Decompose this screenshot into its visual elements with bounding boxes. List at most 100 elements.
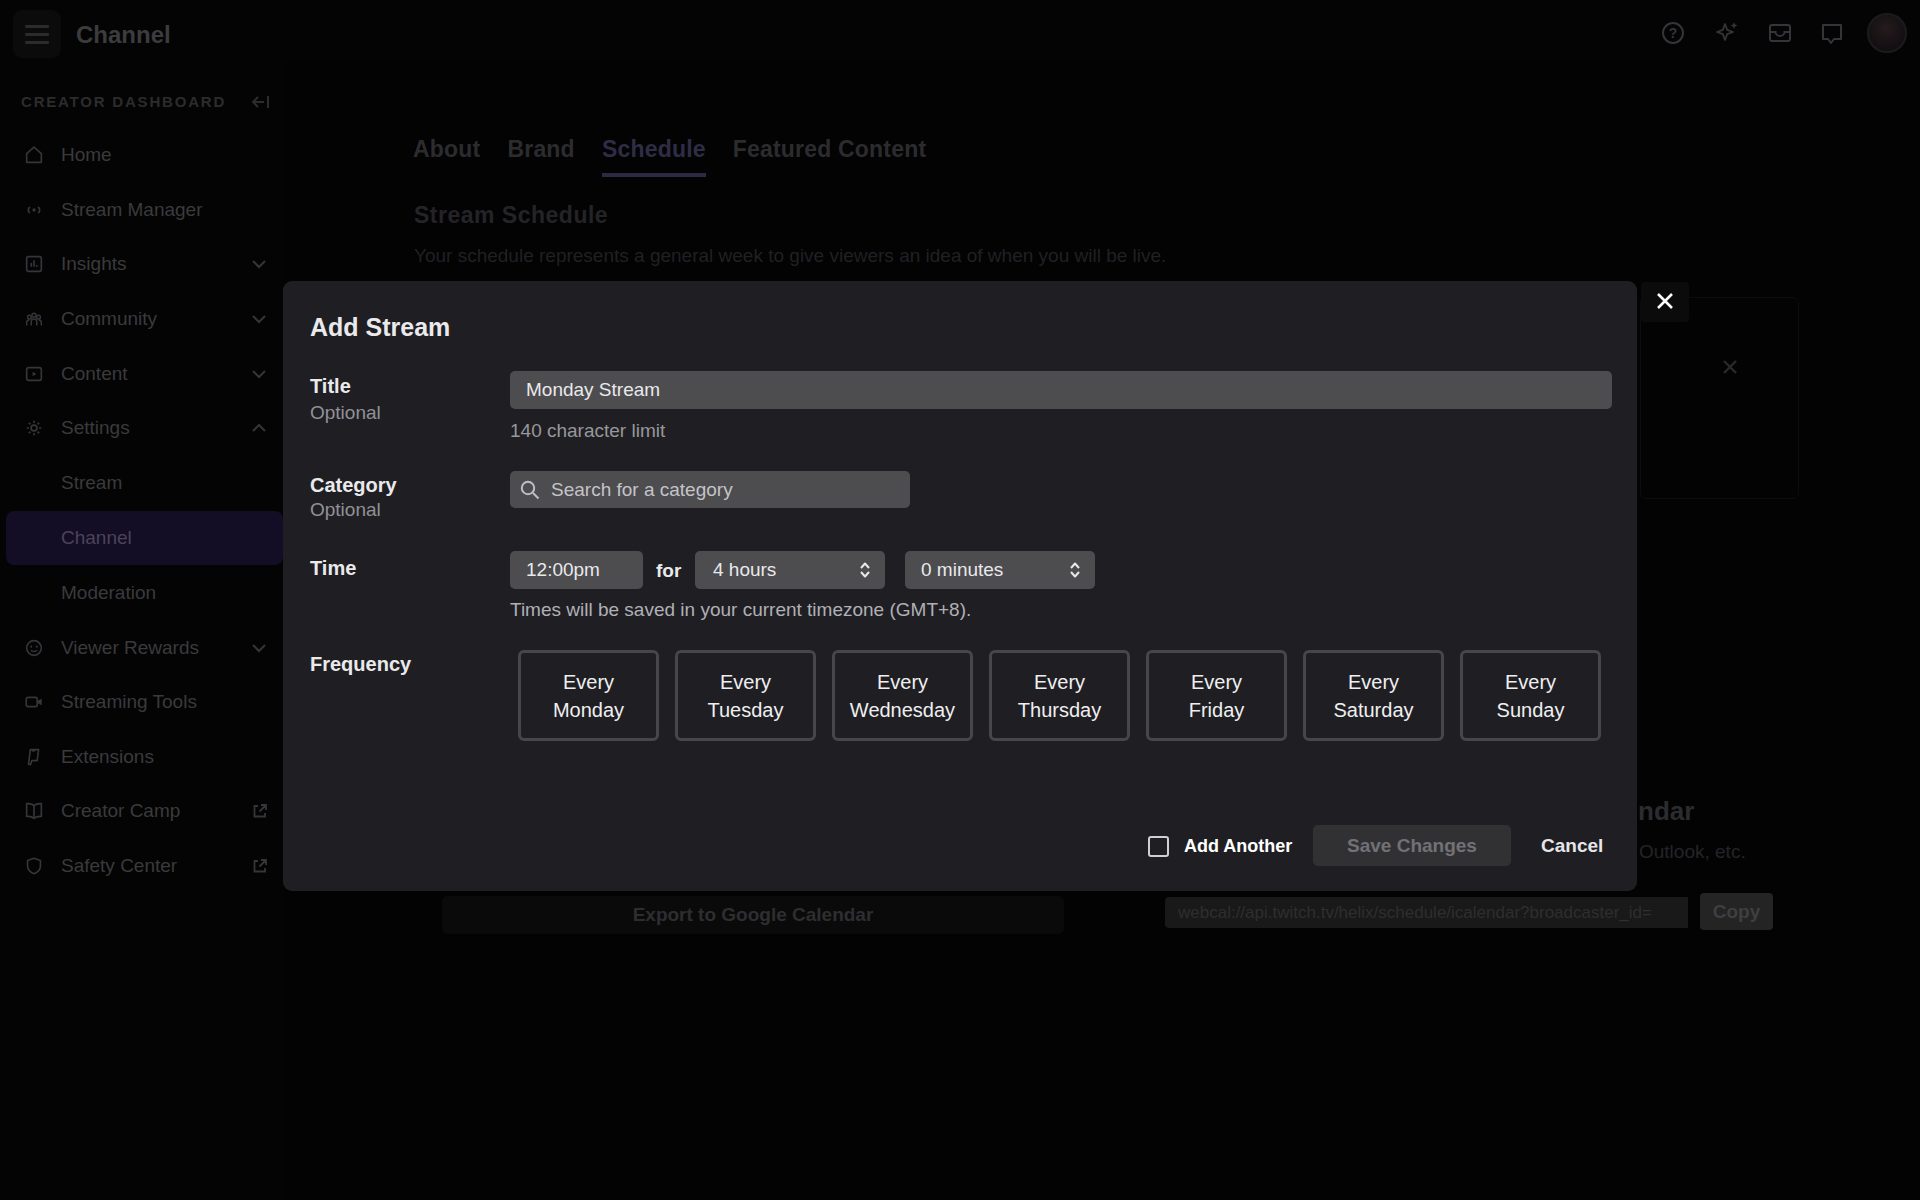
chevron-down-icon [251, 258, 267, 270]
topbar-title: Channel [76, 21, 171, 49]
creator-dashboard-sidebar: CREATOR DASHBOARD Home Stream Manager Insi… [0, 62, 283, 1200]
svg-text:?: ? [1669, 25, 1678, 41]
category-placeholder: Search for a category [551, 471, 733, 508]
chevron-down-icon [251, 368, 267, 380]
modal-close-icon[interactable] [1652, 288, 1678, 314]
frequency-wednesday-button[interactable]: EveryWednesday [832, 650, 973, 741]
frequency-saturday-button[interactable]: EverySaturday [1303, 650, 1444, 741]
top-bar: Channel ? [0, 0, 1920, 62]
hamburger-menu-button[interactable] [13, 10, 61, 58]
extensions-icon [23, 746, 45, 768]
sidebar-item-stream[interactable]: Stream [0, 456, 283, 510]
frequency-monday-button[interactable]: EveryMonday [518, 650, 659, 741]
sidebar-item-label: Settings [61, 417, 130, 439]
sidebar-item-creator-camp[interactable]: Creator Camp [0, 784, 283, 838]
time-label: Time [310, 557, 356, 580]
content-icon [23, 363, 45, 385]
stream-manager-icon [23, 199, 45, 221]
creator-camp-icon [23, 800, 45, 822]
sidebar-item-stream-manager[interactable]: Stream Manager [0, 183, 283, 237]
tab-schedule[interactable]: Schedule [602, 136, 706, 177]
tab-brand[interactable]: Brand [507, 136, 574, 177]
callout-card [1640, 297, 1799, 499]
sidebar-item-label: Safety Center [61, 855, 177, 877]
tab-featured-content[interactable]: Featured Content [733, 136, 927, 177]
help-icon[interactable]: ? [1660, 20, 1686, 46]
title-label: Title [310, 375, 351, 398]
sidebar-item-label: Content [61, 363, 128, 385]
sidebar-item-settings[interactable]: Settings [0, 401, 283, 455]
sidebar-item-label: Extensions [61, 746, 154, 768]
streaming-tools-icon [23, 691, 45, 713]
time-start-input[interactable]: 12:00pm [510, 551, 643, 589]
sidebar-item-streaming-tools[interactable]: Streaming Tools [0, 675, 283, 729]
tab-about[interactable]: About [413, 136, 480, 177]
timezone-note: Times will be saved in your current time… [510, 599, 971, 621]
page-subtitle: Your schedule represents a general week … [414, 245, 1166, 267]
category-optional: Optional [310, 499, 381, 521]
sidebar-item-moderation[interactable]: Moderation [0, 566, 283, 620]
calendar-desc-fragment: Outlook, etc. [1639, 841, 1746, 863]
title-input[interactable]: Monday Stream [510, 371, 1612, 409]
search-icon [519, 479, 541, 501]
for-label: for [656, 560, 681, 582]
channel-tabs: About Brand Schedule Featured Content [413, 136, 926, 177]
sidebar-item-community[interactable]: Community [0, 292, 283, 346]
category-search-input[interactable]: Search for a category [510, 471, 910, 508]
frequency-friday-button[interactable]: EveryFriday [1146, 650, 1287, 741]
duration-minutes-select[interactable]: 0 minutes [905, 551, 1095, 589]
export-google-calendar-button[interactable]: Export to Google Calendar [442, 896, 1064, 934]
add-another-checkbox[interactable] [1148, 836, 1169, 857]
chevron-up-icon [251, 422, 267, 434]
copy-url-button[interactable]: Copy [1700, 893, 1773, 930]
sidebar-item-label: Home [61, 144, 112, 166]
frequency-sunday-button[interactable]: EverySunday [1460, 650, 1601, 741]
sidebar-item-content[interactable]: Content [0, 347, 283, 401]
callout-close-icon[interactable] [1717, 354, 1743, 380]
modal-title: Add Stream [310, 313, 450, 342]
frequency-thursday-button[interactable]: EveryThursday [989, 650, 1130, 741]
sparkle-icon[interactable] [1715, 20, 1741, 46]
insights-icon [23, 253, 45, 275]
chevron-down-icon [251, 642, 267, 654]
external-link-icon [251, 857, 269, 875]
user-avatar[interactable] [1867, 13, 1907, 53]
cancel-button[interactable]: Cancel [1541, 835, 1603, 857]
duration-hours-select[interactable]: 4 hours [695, 551, 885, 589]
stepper-icon [858, 561, 872, 579]
frequency-label: Frequency [310, 653, 411, 676]
sidebar-item-insights[interactable]: Insights [0, 237, 283, 291]
sidebar-item-label: Community [61, 308, 157, 330]
external-link-icon [251, 802, 269, 820]
sidebar-header: CREATOR DASHBOARD [21, 93, 226, 110]
save-changes-button[interactable]: Save Changes [1313, 825, 1511, 866]
chat-icon[interactable] [1819, 20, 1845, 46]
community-icon [23, 308, 45, 330]
add-stream-modal: Add Stream Title Optional Monday Stream … [283, 281, 1637, 891]
sidebar-item-safety-center[interactable]: Safety Center [0, 839, 283, 893]
page-heading: Stream Schedule [414, 202, 608, 229]
frequency-tuesday-button[interactable]: EveryTuesday [675, 650, 816, 741]
stepper-icon [1068, 561, 1082, 579]
sidebar-item-viewer-rewards[interactable]: Viewer Rewards [0, 621, 283, 675]
calendar-heading-fragment: ndar [1638, 796, 1694, 827]
settings-icon [23, 417, 45, 439]
collapse-sidebar-icon[interactable] [250, 92, 272, 112]
sidebar-item-label: Channel [61, 527, 132, 549]
sidebar-item-label: Streaming Tools [61, 691, 197, 713]
sidebar-item-label: Creator Camp [61, 800, 180, 822]
webcal-url-field[interactable]: webcal://api.twitch.tv/helix/schedule/ic… [1165, 897, 1688, 928]
sidebar-item-label: Stream Manager [61, 199, 203, 221]
character-limit-hint: 140 character limit [510, 420, 665, 442]
sidebar-item-home[interactable]: Home [0, 128, 283, 182]
inbox-icon[interactable] [1767, 20, 1793, 46]
home-icon [23, 144, 45, 166]
chevron-down-icon [251, 313, 267, 325]
frequency-day-buttons: EveryMondayEveryTuesdayEveryWednesdayEve… [518, 650, 1601, 741]
sidebar-item-label: Stream [61, 472, 122, 494]
sidebar-item-label: Viewer Rewards [61, 637, 199, 659]
sidebar-item-extensions[interactable]: Extensions [0, 730, 283, 784]
category-label: Category [310, 474, 397, 497]
sidebar-item-channel[interactable]: Channel [6, 511, 283, 565]
title-optional: Optional [310, 402, 381, 424]
